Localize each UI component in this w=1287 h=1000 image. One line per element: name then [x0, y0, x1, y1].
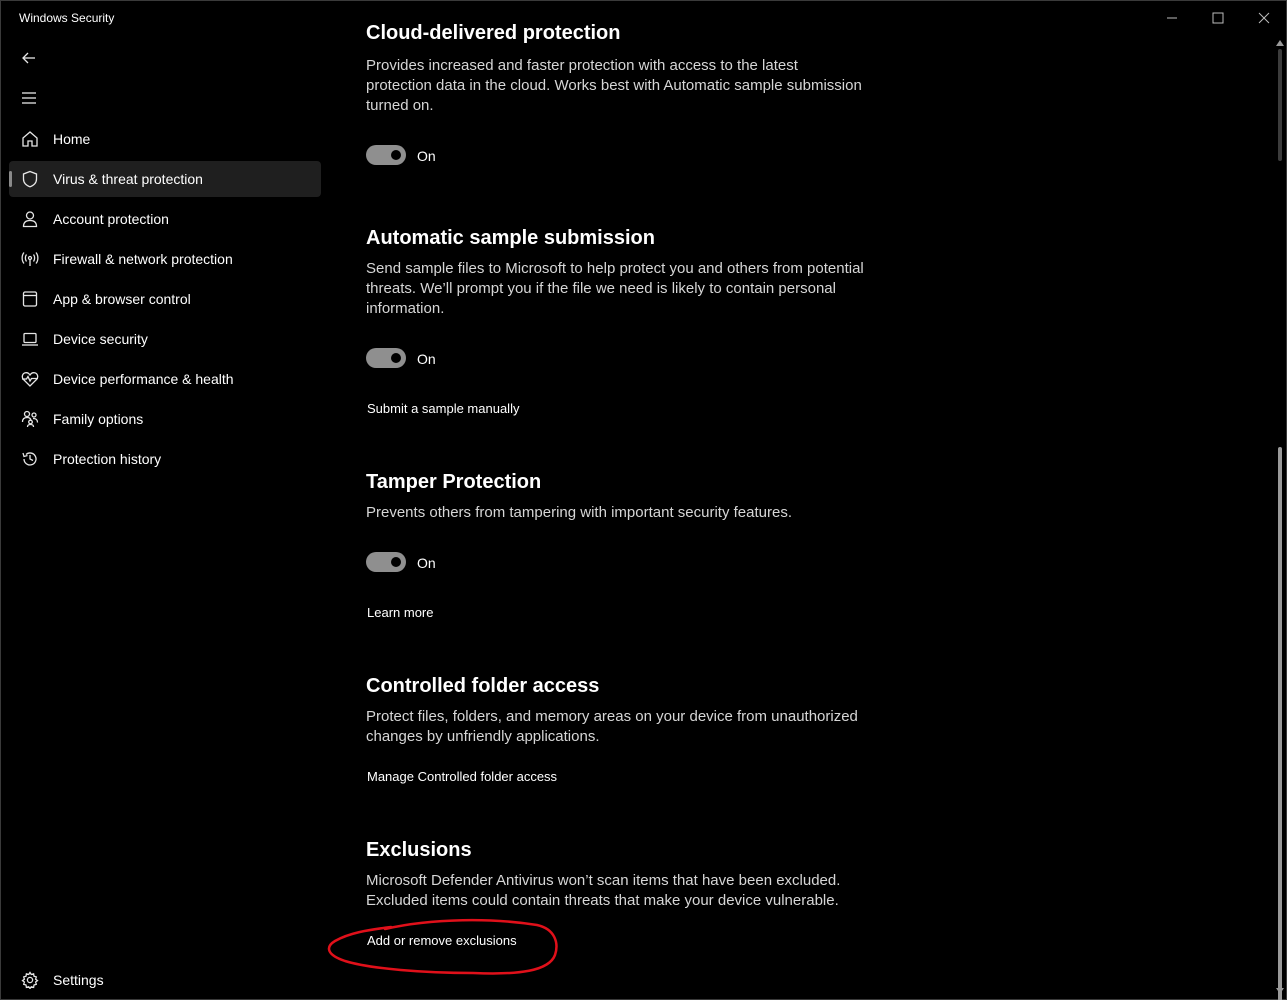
sidebar-item-label: Device security	[53, 331, 148, 347]
section-description-folder: Protect files, folders, and memory areas…	[366, 708, 858, 745]
sidebar-item-app-browser-control[interactable]: App & browser control	[9, 281, 321, 317]
sidebar-item-label: Home	[53, 131, 91, 147]
sidebar-item-protection-history[interactable]: Protection history	[9, 441, 321, 477]
section-title-controlled-folder-access: Controlled folder access	[366, 675, 600, 697]
sidebar-item-settings[interactable]: Settings	[9, 962, 321, 998]
family-icon	[21, 410, 39, 428]
section-description-exclusions: Microsoft Defender Antivirus won’t scan …	[366, 872, 841, 909]
scroll-down-arrow-icon[interactable]	[1276, 987, 1284, 995]
gear-icon	[21, 971, 39, 990]
scroll-track-segment	[1278, 49, 1282, 161]
tamper-toggle-state-label: On	[417, 555, 436, 571]
back-arrow-icon	[22, 52, 35, 64]
scroll-up-arrow-icon[interactable]	[1276, 39, 1284, 47]
sidebar-item-virus-threat-protection[interactable]: Virus & threat protection	[9, 161, 321, 197]
hamburger-menu-button[interactable]	[11, 83, 47, 113]
tamper-protection-toggle[interactable]	[366, 552, 406, 572]
title-bar: Windows Security	[1, 1, 1287, 35]
home-icon	[21, 130, 39, 148]
sidebar-item-label: Virus & threat protection	[53, 171, 203, 187]
sidebar-item-label: Settings	[53, 972, 104, 988]
minimize-button[interactable]	[1149, 1, 1195, 35]
app-window-icon	[21, 290, 39, 308]
manage-controlled-folder-access-link[interactable]: Manage Controlled folder access	[367, 769, 557, 784]
cloud-toggle-state-label: On	[417, 148, 436, 164]
sample-toggle-state-label: On	[417, 351, 436, 367]
sidebar-item-device-performance-health[interactable]: Device performance & health	[9, 361, 321, 397]
sidebar-item-label: Account protection	[53, 211, 169, 227]
sidebar-item-firewall-network-protection[interactable]: Firewall & network protection	[9, 241, 321, 277]
sidebar-item-account-protection[interactable]: Account protection	[9, 201, 321, 237]
section-description-sample: Send sample files to Microsoft to help p…	[366, 260, 864, 317]
maximize-icon	[1212, 12, 1224, 24]
toggle-knob	[391, 557, 401, 567]
section-title-tamper-protection: Tamper Protection	[366, 471, 542, 493]
red-circle-annotation	[327, 918, 558, 975]
antenna-icon	[21, 250, 39, 268]
section-title-exclusions: Exclusions	[366, 839, 472, 861]
maximize-button[interactable]	[1195, 1, 1241, 35]
sidebar-item-label: Firewall & network protection	[53, 251, 233, 267]
app-title: Windows Security	[19, 11, 115, 25]
sidebar-item-label: App & browser control	[53, 291, 191, 307]
selection-indicator	[9, 171, 12, 187]
sidebar-item-device-security[interactable]: Device security	[9, 321, 321, 357]
close-icon	[1258, 12, 1270, 24]
section-description-cloud: Provides increased and faster protection…	[366, 57, 862, 114]
sidebar-item-label: Protection history	[53, 451, 162, 467]
cloud-protection-toggle[interactable]	[366, 145, 406, 165]
scroll-thumb[interactable]	[1278, 447, 1282, 1000]
person-icon	[21, 210, 39, 228]
add-or-remove-exclusions-link[interactable]: Add or remove exclusions	[367, 933, 517, 948]
learn-more-link[interactable]: Learn more	[367, 605, 433, 620]
hamburger-icon	[22, 92, 36, 104]
toggle-knob	[391, 150, 401, 160]
back-button[interactable]	[11, 43, 47, 73]
heart-pulse-icon	[21, 370, 39, 388]
submit-sample-manually-link[interactable]: Submit a sample manually	[367, 401, 519, 416]
section-title-sample-submission: Automatic sample submission	[366, 227, 655, 249]
windows-security-window: Windows Security Home Virus & threat pro…	[0, 0, 1287, 1000]
history-icon	[21, 450, 39, 468]
close-button[interactable]	[1241, 1, 1287, 35]
shield-icon	[21, 170, 39, 188]
sample-submission-toggle[interactable]	[366, 348, 406, 368]
sidebar-item-label: Family options	[53, 411, 144, 427]
section-title-cloud-protection: Cloud-delivered protection	[366, 22, 621, 44]
sidebar-item-label: Device performance & health	[53, 371, 234, 387]
toggle-knob	[391, 353, 401, 363]
vertical-scrollbar[interactable]	[1274, 35, 1286, 1000]
section-description-tamper: Prevents others from tampering with impo…	[366, 504, 793, 521]
minimize-icon	[1167, 17, 1177, 19]
sidebar-item-family-options[interactable]: Family options	[9, 401, 321, 437]
laptop-icon	[21, 330, 39, 348]
sidebar-item-home[interactable]: Home	[9, 121, 321, 157]
